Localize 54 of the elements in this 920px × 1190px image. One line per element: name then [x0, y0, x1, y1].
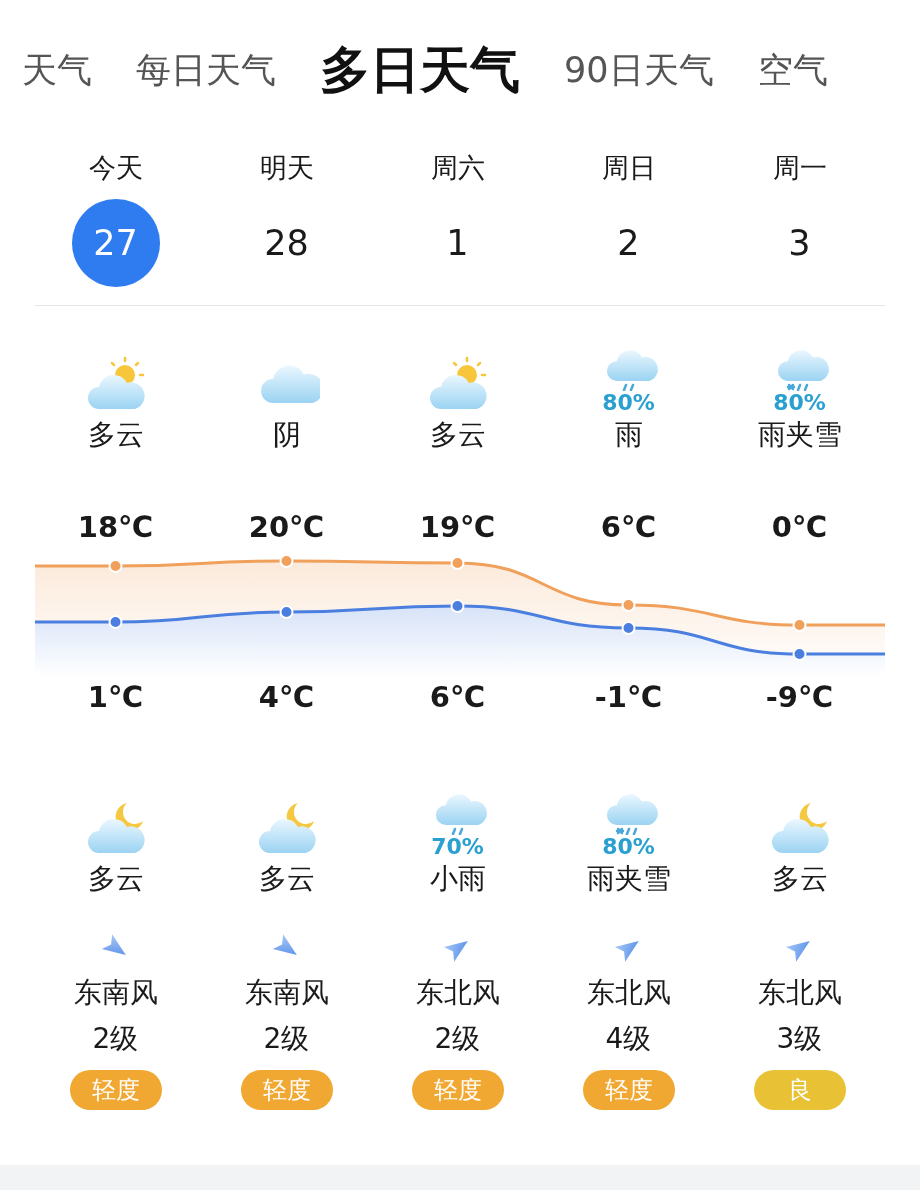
high-temperature: 6℃	[600, 509, 657, 546]
weather-condition: 阴	[272, 417, 301, 453]
wind-direction: 东北风	[586, 975, 671, 1011]
tab[interactable]: 空气	[757, 46, 828, 94]
today-date-badge: 27	[71, 199, 160, 287]
weather-condition: 雨	[614, 417, 643, 453]
date-label: 1	[445, 222, 470, 265]
date-label: 28	[263, 222, 310, 265]
weather-condition: 多云	[771, 861, 828, 897]
air-quality-badge: 轻度	[240, 1070, 333, 1110]
precipitation-chance: 80%	[602, 835, 655, 859]
low-temperature: 6℃	[429, 679, 486, 716]
tab[interactable]: 90日天气	[564, 46, 714, 94]
date-label: 2	[616, 222, 641, 265]
wind-direction: 东北风	[757, 975, 842, 1011]
weekday-label: 明天	[259, 151, 314, 185]
high-temperature: 19℃	[419, 509, 496, 546]
air-quality-badge: 轻度	[69, 1070, 162, 1110]
wind-level: 2级	[92, 1021, 139, 1057]
high-temperature: 18℃	[77, 509, 154, 546]
high-temperature: 20℃	[248, 509, 325, 546]
air-quality-badge: 轻度	[582, 1070, 675, 1110]
precipitation-chance: 80%	[773, 391, 826, 415]
weekday-label: 周六	[430, 151, 485, 185]
weekday-label: 周一	[772, 151, 827, 185]
weather-condition: 雨夹雪	[586, 861, 671, 897]
tab[interactable]: 多日天气	[320, 36, 520, 104]
wind-level: 3级	[776, 1021, 823, 1057]
wind-direction: 东北风	[415, 975, 500, 1011]
high-temperature: 0℃	[771, 509, 828, 546]
wind-level: 4级	[605, 1021, 652, 1057]
weather-condition: 雨夹雪	[757, 417, 842, 453]
wind-level: 2级	[434, 1021, 481, 1057]
weather-condition: 多云	[429, 417, 486, 453]
air-quality-badge: 轻度	[411, 1070, 504, 1110]
weekday-label: 今天	[88, 151, 143, 185]
weather-condition: 多云	[258, 861, 315, 897]
low-temperature: -1℃	[594, 679, 663, 716]
precipitation-chance: 80%	[602, 391, 655, 415]
tab[interactable]: 天气	[22, 46, 92, 94]
weather-condition: 多云	[87, 417, 144, 453]
weather-condition: 多云	[87, 861, 144, 897]
precipitation-chance: 70%	[431, 835, 484, 859]
wind-direction: 东南风	[244, 975, 329, 1011]
wind-level: 2级	[263, 1021, 310, 1057]
low-temperature: 4℃	[258, 679, 315, 716]
weather-condition: 小雨	[429, 861, 486, 897]
wind-direction: 东南风	[73, 975, 158, 1011]
low-temperature: 1℃	[87, 679, 144, 716]
date-label: 3	[787, 222, 812, 265]
weekday-label: 周日	[601, 151, 656, 185]
air-quality-badge: 良	[753, 1070, 846, 1110]
tab[interactable]: 每日天气	[136, 46, 276, 94]
low-temperature: -9℃	[765, 679, 834, 716]
